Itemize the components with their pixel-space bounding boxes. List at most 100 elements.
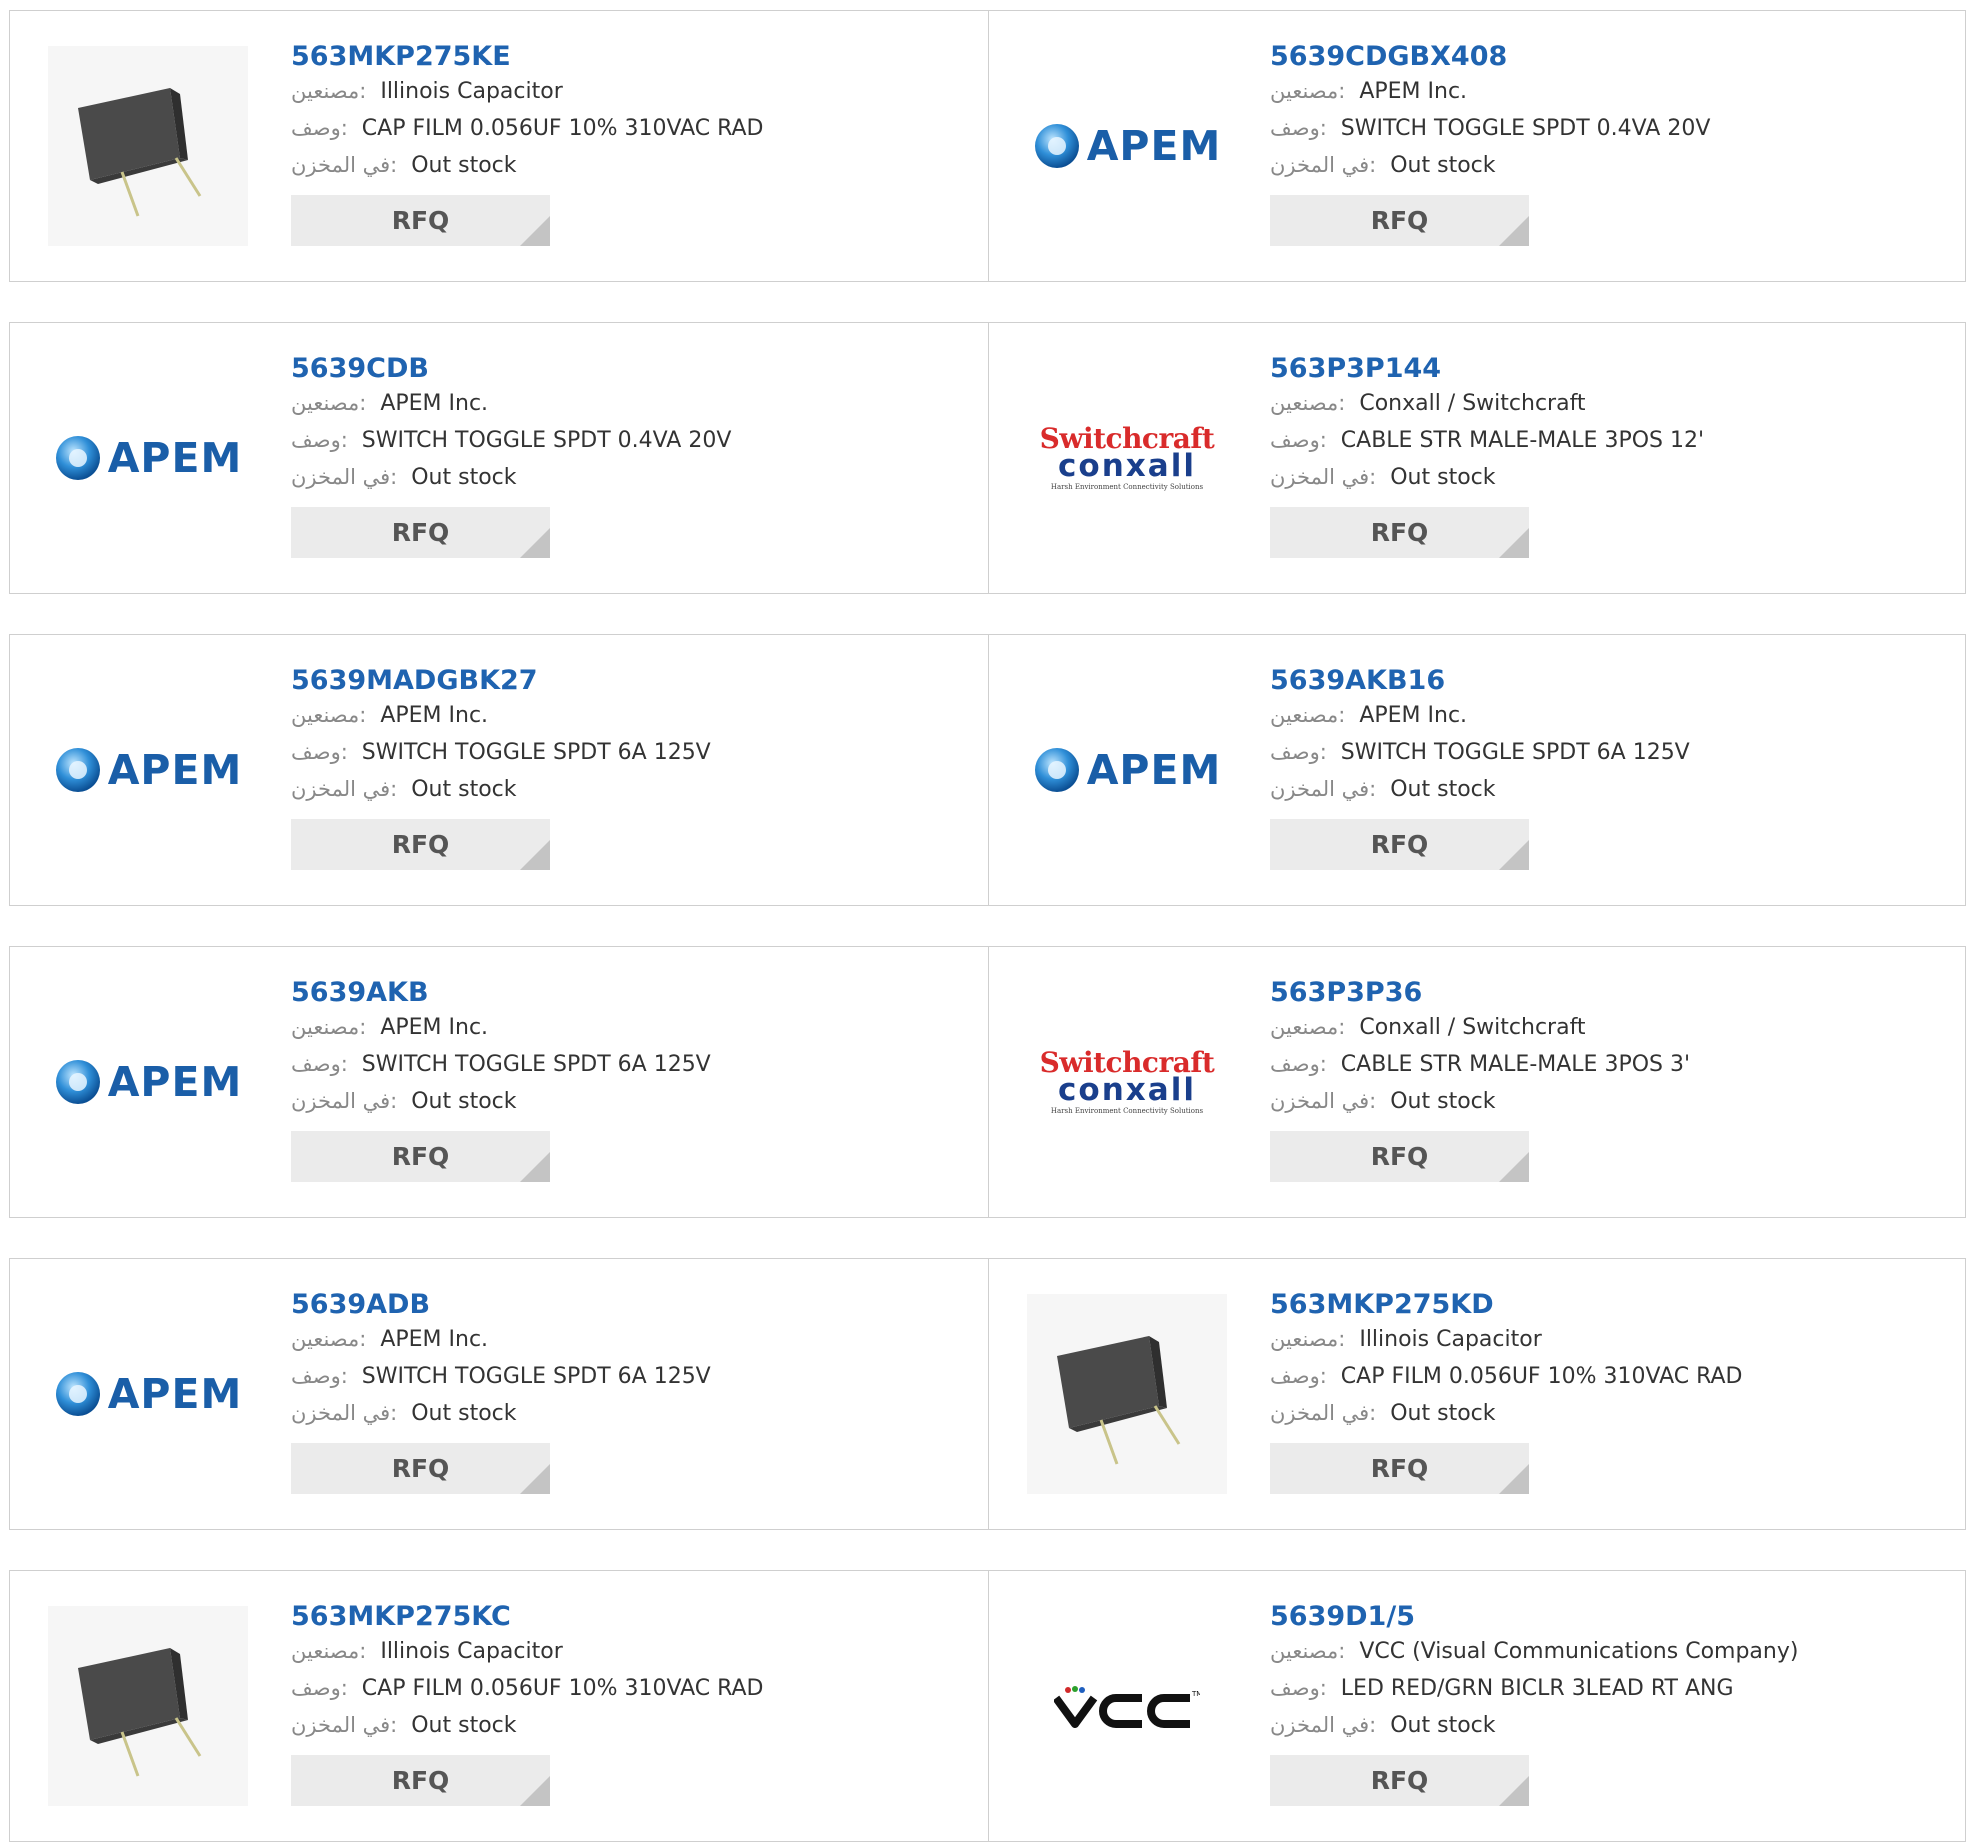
description-value: SWITCH TOGGLE SPDT 6A 125V (361, 740, 711, 765)
manufacturer-line: مصنعين: APEM Inc. (291, 697, 711, 734)
vcc-logo-mark: TM (1054, 1686, 1200, 1728)
product-card: 563MKP275KE مصنعين: Illinois Capacitor وصف:… (10, 11, 988, 281)
stock-value: Out stock (1390, 777, 1496, 802)
stock-label: في المخزن: (291, 1089, 398, 1113)
stock-line: في المخزن: Out stock (291, 1395, 711, 1432)
description-value: SWITCH TOGGLE SPDT 0.4VA 20V (361, 428, 732, 453)
manufacturer-line: مصنعين: VCC (Visual Communications Compan… (1270, 1633, 1798, 1670)
stock-value: Out stock (411, 153, 517, 178)
rfq-button[interactable]: RFQ (291, 1131, 550, 1182)
stock-label: في المخزن: (1270, 465, 1377, 489)
part-number-link[interactable]: 5639CDGBX408 (1270, 41, 1710, 73)
part-number-link[interactable]: 5639AKB16 (1270, 665, 1690, 697)
apem-logo: APEM (1033, 746, 1222, 794)
product-info: 563MKP275KE مصنعين: Illinois Capacitor وصف:… (291, 41, 764, 246)
product-row: APEM 5639AKB مصنعين: APEM Inc. وصف: SWITCH TO… (9, 946, 1966, 1218)
description-value: CABLE STR MALE-MALE 3POS 12' (1340, 428, 1705, 453)
product-row: APEM 5639ADB مصنعين: APEM Inc. وصف: SWITCH TO… (9, 1258, 1966, 1530)
apem-logo-text: APEM (107, 1058, 243, 1106)
apem-logo: APEM (54, 1370, 243, 1418)
manufacturer-line: مصنعين: Illinois Capacitor (1270, 1321, 1743, 1358)
product-image[interactable] (48, 1606, 248, 1806)
manufacturer-value: APEM Inc. (380, 1015, 489, 1040)
product-image[interactable]: Switchcraft conxall Harsh Environment Conn… (1027, 982, 1227, 1182)
description-line: وصف: CAP FILM 0.056UF 10% 310VAC RAD (291, 1670, 764, 1707)
description-value: SWITCH TOGGLE SPDT 6A 125V (1340, 740, 1690, 765)
description-label: وصف: (291, 740, 348, 764)
stock-line: في المخزن: Out stock (1270, 1395, 1743, 1432)
stock-value: Out stock (1390, 1713, 1496, 1738)
rfq-button[interactable]: RFQ (291, 1443, 550, 1494)
description-label: وصف: (1270, 740, 1327, 764)
part-number-link[interactable]: 5639ADB (291, 1289, 711, 1321)
rfq-button[interactable]: RFQ (1270, 1131, 1529, 1182)
product-card: Switchcraft conxall Harsh Environment Conn… (988, 323, 1967, 593)
part-number-link[interactable]: 5639MADGBK27 (291, 665, 711, 697)
switchcraft-conxall-logo: Switchcraft conxall Harsh Environment Conn… (1040, 1049, 1215, 1115)
stock-value: Out stock (1390, 1401, 1496, 1426)
stock-label: في المخزن: (1270, 1401, 1377, 1425)
description-line: وصف: SWITCH TOGGLE SPDT 6A 125V (291, 1046, 711, 1083)
product-image[interactable] (48, 46, 248, 246)
product-image[interactable]: APEM (1027, 670, 1227, 870)
rfq-button[interactable]: RFQ (291, 819, 550, 870)
product-image[interactable]: APEM (48, 1294, 248, 1494)
product-card: APEM 5639AKB16 مصنعين: APEM Inc. وصف: SWITCH … (988, 635, 1967, 905)
product-image[interactable]: APEM (1027, 46, 1227, 246)
part-number-link[interactable]: 563MKP275KD (1270, 1289, 1743, 1321)
description-line: وصف: CABLE STR MALE-MALE 3POS 3' (1270, 1046, 1690, 1083)
rfq-button[interactable]: RFQ (1270, 819, 1529, 870)
part-number-link[interactable]: 563MKP275KE (291, 41, 764, 73)
rfq-button[interactable]: RFQ (1270, 1443, 1529, 1494)
manufacturer-value: Illinois Capacitor (380, 1639, 563, 1664)
description-label: وصف: (1270, 428, 1327, 452)
product-image[interactable]: Switchcraft conxall Harsh Environment Conn… (1027, 358, 1227, 558)
apem-globe-icon (55, 748, 100, 792)
description-line: وصف: LED RED/GRN BICLR 3LEAD RT ANG (1270, 1670, 1798, 1707)
manufacturer-value: VCC (Visual Communications Company) (1359, 1639, 1799, 1664)
apem-logo-text: APEM (1086, 122, 1222, 170)
part-number-link[interactable]: 563P3P36 (1270, 977, 1690, 1009)
apem-logo-text: APEM (1086, 746, 1222, 794)
stock-label: في المخزن: (291, 153, 398, 177)
apem-logo: APEM (54, 1058, 243, 1106)
product-card: APEM 5639AKB مصنعين: APEM Inc. وصف: SWITCH TO… (10, 947, 988, 1217)
rfq-button[interactable]: RFQ (1270, 195, 1529, 246)
stock-value: Out stock (411, 777, 517, 802)
stock-label: في المخزن: (291, 777, 398, 801)
part-number-link[interactable]: 5639D1/5 (1270, 1601, 1798, 1633)
rfq-button[interactable]: RFQ (291, 1755, 550, 1806)
product-image[interactable]: APEM (48, 358, 248, 558)
part-number-link[interactable]: 563MKP275KC (291, 1601, 764, 1633)
manufacturer-line: مصنعين: Illinois Capacitor (291, 1633, 764, 1670)
rfq-button[interactable]: RFQ (1270, 1755, 1529, 1806)
product-info: 563MKP275KC مصنعين: Illinois Capacitor وصف:… (291, 1601, 764, 1806)
product-row: 563MKP275KE مصنعين: Illinois Capacitor وصف:… (9, 10, 1966, 282)
stock-line: في المخزن: Out stock (291, 147, 764, 184)
manufacturer-label: مصنعين: (1270, 1327, 1346, 1351)
apem-logo: APEM (54, 746, 243, 794)
manufacturer-value: APEM Inc. (1359, 79, 1468, 104)
part-number-link[interactable]: 563P3P144 (1270, 353, 1704, 385)
rfq-button[interactable]: RFQ (1270, 507, 1529, 558)
part-number-link[interactable]: 5639CDB (291, 353, 731, 385)
stock-line: في المخزن: Out stock (1270, 1083, 1690, 1120)
description-line: وصف: CABLE STR MALE-MALE 3POS 12' (1270, 422, 1704, 459)
manufacturer-value: APEM Inc. (380, 391, 489, 416)
stock-line: في المخزن: Out stock (291, 1707, 764, 1744)
rfq-button[interactable]: RFQ (291, 507, 550, 558)
product-info: 5639ADB مصنعين: APEM Inc. وصف: SWITCH TOGGLE… (291, 1289, 711, 1494)
product-image[interactable]: APEM (48, 670, 248, 870)
description-label: وصف: (291, 1364, 348, 1388)
product-info: 563MKP275KD مصنعين: Illinois Capacitor وصف:… (1270, 1289, 1743, 1494)
product-image[interactable]: TM (1027, 1606, 1227, 1806)
rfq-button[interactable]: RFQ (291, 195, 550, 246)
stock-label: في المخزن: (291, 1713, 398, 1737)
manufacturer-label: مصنعين: (1270, 79, 1346, 103)
product-card: APEM 5639ADB مصنعين: APEM Inc. وصف: SWITCH TO… (10, 1259, 988, 1529)
part-number-link[interactable]: 5639AKB (291, 977, 711, 1009)
product-image[interactable]: APEM (48, 982, 248, 1182)
product-image[interactable] (1027, 1294, 1227, 1494)
description-value: LED RED/GRN BICLR 3LEAD RT ANG (1340, 1676, 1734, 1701)
description-label: وصف: (291, 1052, 348, 1076)
